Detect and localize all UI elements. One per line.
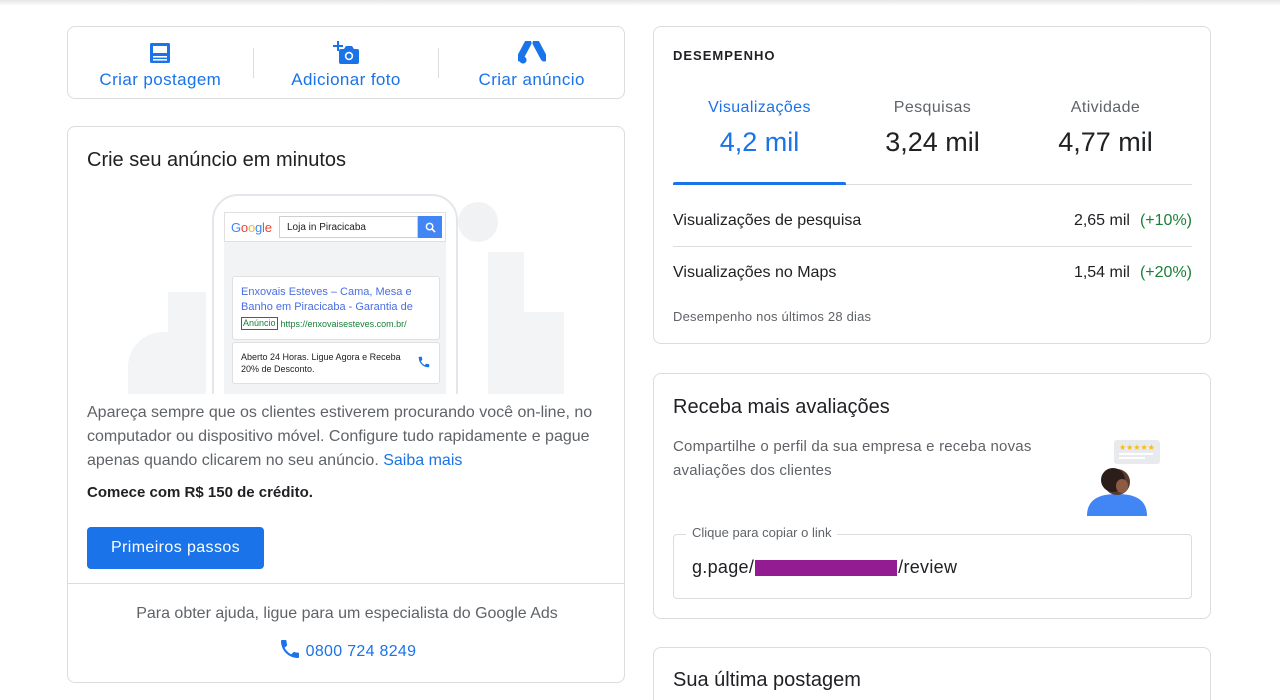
- stat-row-search-views: Visualizações de pesquisa 2,65 mil (+10%…: [673, 195, 1192, 246]
- last-post-title: Sua última postagem: [673, 669, 861, 691]
- mock-ad-url: https://enxovaisesteves.com.br/: [280, 318, 407, 329]
- support-phone-link[interactable]: 0800 724 8249: [68, 637, 624, 666]
- post-icon: [149, 40, 171, 66]
- mock-ad-extension-text: Aberto 24 Horas. Ligue Agora e Receba 20…: [241, 352, 401, 374]
- reviews-description: Compartilhe o perfil da sua empresa e re…: [673, 438, 1032, 479]
- performance-card: DESEMPENHO Visualizações 4,2 mil Pesquis…: [653, 26, 1211, 344]
- tab-activity[interactable]: Atividade 4,77 mil: [1019, 83, 1192, 184]
- review-link-suffix: /review: [898, 557, 958, 577]
- last-post-card: Sua última postagem: [653, 647, 1211, 700]
- top-shadow: [0, 0, 1280, 6]
- ads-promo-card: Crie seu anúncio em minutos Google Loja …: [67, 126, 625, 683]
- tab-searches-value: 3,24 mil: [885, 127, 980, 157]
- redaction-bar: [755, 559, 898, 576]
- get-started-button[interactable]: Primeiros passos: [87, 527, 264, 569]
- performance-title: DESEMPENHO: [673, 48, 776, 63]
- review-link-legend: Clique para copiar o link: [686, 525, 838, 540]
- stat-delta: (+20%): [1139, 263, 1192, 281]
- ad-illustration: Google Loja in Piracicaba Enxovais Estev…: [128, 182, 568, 394]
- add-photo-icon: [332, 40, 360, 66]
- review-link-field[interactable]: Clique para copiar o link g.page/ /revie…: [673, 525, 1192, 599]
- phone-icon: [278, 637, 302, 666]
- tab-views-value: 4,2 mil: [719, 127, 800, 157]
- tab-views-label: Visualizações: [708, 99, 811, 116]
- ads-description-text: Apareça sempre que os clientes estiverem…: [87, 404, 593, 469]
- create-post-label: Criar postagem: [99, 69, 222, 89]
- add-photo-label: Adicionar foto: [291, 69, 401, 89]
- create-ad-label: Criar anúncio: [478, 69, 585, 89]
- mock-ad-extension: Aberto 24 Horas. Ligue Agora e Receba 20…: [232, 342, 440, 384]
- create-post-button[interactable]: Criar postagem: [68, 27, 253, 98]
- credit-offer: Comece com R$ 150 de crédito.: [87, 484, 313, 501]
- create-ad-button[interactable]: Criar anúncio: [439, 27, 624, 98]
- tab-activity-label: Atividade: [1070, 99, 1141, 116]
- ad-badge: Anúncio: [241, 317, 278, 330]
- review-link-prefix: g.page/: [692, 557, 755, 577]
- divider: [68, 583, 624, 584]
- support-phone-number: 0800 724 8249: [305, 642, 417, 660]
- mock-ad-result: Enxovais Esteves – Cama, Mesa e Banho em…: [232, 276, 440, 340]
- google-ads-icon: [517, 40, 546, 66]
- stat-value: 1,54 mil: [1073, 263, 1130, 281]
- stat-label: Visualizações de pesquisa: [673, 211, 862, 229]
- stat-label: Visualizações no Maps: [673, 263, 837, 281]
- tab-activity-value: 4,77 mil: [1058, 127, 1153, 157]
- mock-search-bar: Google Loja in Piracicaba: [224, 212, 446, 242]
- add-photo-button[interactable]: Adicionar foto: [254, 27, 439, 98]
- reviewer-illustration: ★★★★★: [1084, 438, 1166, 518]
- stat-delta: (+10%): [1139, 211, 1192, 229]
- ads-card-title: Crie seu anúncio em minutos: [87, 149, 347, 171]
- quick-actions-card: Criar postagem Adicionar foto Criar anún…: [67, 26, 625, 99]
- performance-tabs: Visualizações 4,2 mil Pesquisas 3,24 mil…: [673, 83, 1192, 185]
- reviews-title: Receba mais avaliações: [673, 396, 890, 418]
- performance-footer: Desempenho nos últimos 28 dias: [673, 309, 872, 324]
- mock-search-query: Loja in Piracicaba: [279, 216, 418, 238]
- tab-searches[interactable]: Pesquisas 3,24 mil: [846, 83, 1019, 184]
- search-icon: [418, 216, 442, 238]
- tab-views[interactable]: Visualizações 4,2 mil: [673, 83, 846, 185]
- stat-value: 2,65 mil: [1073, 211, 1130, 229]
- svg-text:★★★★★: ★★★★★: [1119, 443, 1155, 452]
- mock-ad-title: Enxovais Esteves – Cama, Mesa e Banho em…: [241, 286, 413, 313]
- phone-mockup: Google Loja in Piracicaba Enxovais Estev…: [212, 194, 458, 394]
- help-text: Para obter ajuda, ligue para um especial…: [136, 605, 558, 622]
- reviews-card: Receba mais avaliações Compartilhe o per…: [653, 373, 1211, 619]
- learn-more-link[interactable]: Saiba mais: [383, 452, 462, 469]
- ads-description: Apareça sempre que os clientes estiverem…: [87, 401, 607, 473]
- google-logo: Google: [231, 219, 272, 235]
- stat-row-maps-views: Visualizações no Maps 1,54 mil (+20%): [673, 247, 1192, 298]
- tab-searches-label: Pesquisas: [893, 99, 972, 116]
- phone-icon: [417, 355, 431, 372]
